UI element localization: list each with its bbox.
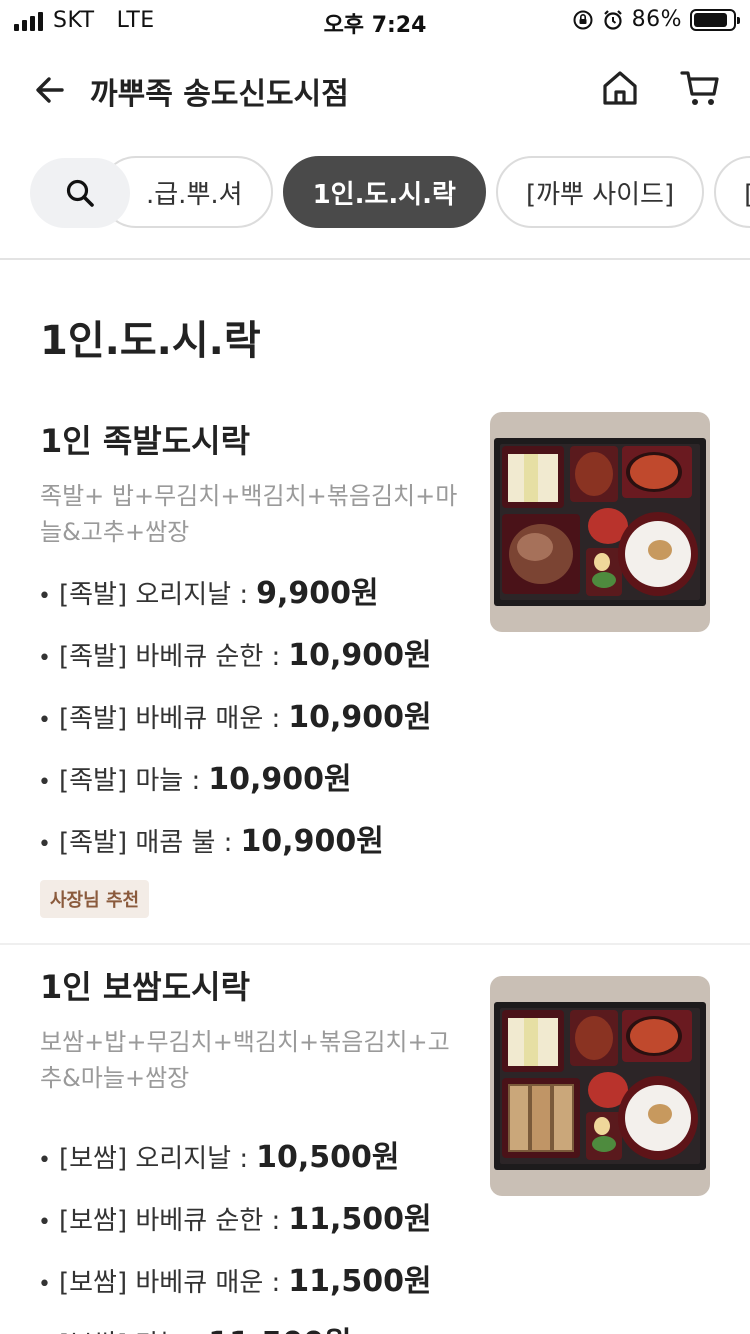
- option-label: [족발] 바베큐 매운 :: [58, 704, 281, 734]
- option-price: 9,900원: [256, 576, 379, 611]
- lunchbox-jokbal-image: [490, 412, 710, 632]
- option-item: • [보쌈] 오리지날 :10,500원: [38, 1132, 432, 1194]
- divider: [0, 258, 750, 260]
- option-list: • [보쌈] 오리지날 :10,500원 • [보쌈] 바베큐 순한 :11,500…: [38, 1132, 432, 1334]
- product-image[interactable]: [490, 976, 710, 1196]
- product-card-bossam[interactable]: 1인 보쌈도시락 보쌈+밥+무김치+백김치+볶음김치+고추&마늘+쌈장 • [보쌈…: [0, 946, 750, 1334]
- option-label: [족발] 마늘 :: [58, 766, 201, 796]
- option-price: 11,500원: [288, 1202, 432, 1237]
- product-image[interactable]: [490, 412, 710, 632]
- recommend-badge: 사장님 추천: [40, 880, 150, 918]
- search-icon: [66, 179, 94, 207]
- home-button[interactable]: [596, 64, 644, 112]
- option-item: • [족발] 마늘 :10,900원: [38, 754, 432, 816]
- option-item: • [족발] 매콤 불 :10,900원: [38, 816, 432, 878]
- cart-button[interactable]: [676, 64, 724, 112]
- option-price: 10,900원: [288, 638, 432, 673]
- tab-category-4[interactable]: [까: [714, 156, 750, 228]
- option-list: • [족발] 오리지날 :9,900원 • [족발] 바베큐 순한 :10,900원…: [38, 568, 432, 878]
- header: 까뿌족 송도신도시점: [0, 50, 750, 130]
- option-item: • [족발] 바베큐 매운 :10,900원: [38, 692, 432, 754]
- option-price: 11,500원: [288, 1264, 432, 1299]
- category-tab-strip: .급.뿌.셔 1인.도.시.락 [까뿌 사이드] [까: [0, 156, 750, 230]
- cart-icon: [680, 71, 719, 105]
- status-right: 86%: [572, 7, 740, 32]
- alarm-icon: [603, 9, 622, 30]
- tab-category-side[interactable]: [까뿌 사이드]: [495, 156, 705, 228]
- page-title: 까뿌족 송도신도시점: [90, 77, 349, 112]
- option-item: • [족발] 바베큐 순한 :10,900원: [38, 630, 432, 692]
- option-label: [보쌈] 오리지날 :: [58, 1144, 249, 1174]
- battery-percent: 86%: [631, 7, 682, 32]
- category-tabs: .급.뿌.셔 1인.도.시.락 [까뿌 사이드] [까: [100, 156, 750, 228]
- option-label: [족발] 바베큐 순한 :: [58, 642, 281, 672]
- option-item: • [보쌈] 바베큐 순한 :11,500원: [38, 1194, 432, 1256]
- lunchbox-bossam-image: [490, 976, 710, 1196]
- option-price: 10,900원: [208, 762, 352, 797]
- option-label: [보쌈] 바베큐 순한 :: [58, 1206, 281, 1236]
- product-description: 족발+ 밥+무김치+백김치+볶음김치+마늘&고추+쌈장: [40, 482, 458, 546]
- option-item: • [보쌈] 바베큐 매운 :11,500원: [38, 1256, 432, 1318]
- home-icon: [603, 71, 637, 105]
- back-arrow-icon: [36, 77, 64, 103]
- orientation-lock-icon: [573, 10, 593, 29]
- option-price: 10,900원: [288, 700, 432, 735]
- product-name: 1인 족발도시락: [40, 422, 251, 460]
- option-item: •[보쌈] 마늘 :11,500원: [38, 1318, 432, 1334]
- status-bar: SKT LTE 오후 7:24 86%: [0, 0, 750, 40]
- tab-category-lunchbox[interactable]: 1인.도.시.락: [282, 156, 486, 228]
- option-price: 10,500원: [256, 1140, 400, 1175]
- product-description: 보쌈+밥+무김치+백김치+볶음김치+고추&마늘+쌈장: [40, 1028, 450, 1092]
- option-item: • [족발] 오리지날 :9,900원: [38, 568, 432, 630]
- option-label: [보쌈] 바베큐 매운 :: [58, 1268, 281, 1298]
- option-label: [족발] 오리지날 :: [58, 580, 249, 610]
- search-button[interactable]: [30, 158, 130, 228]
- option-price: 10,900원: [240, 824, 384, 859]
- option-label: [족발] 매콤 불 :: [58, 828, 233, 858]
- section-title: 1인.도.시.락: [40, 318, 261, 364]
- product-card-jokbal[interactable]: 1인 족발도시락 족발+ 밥+무김치+백김치+볶음김치+마늘&고추+쌈장 • [족…: [0, 400, 750, 944]
- option-price: 11,500원: [208, 1318, 351, 1334]
- battery-icon: [690, 8, 740, 31]
- product-name: 1인 보쌈도시락: [40, 968, 251, 1006]
- battery-fill: [694, 12, 727, 27]
- divider: [0, 943, 750, 945]
- option-label: [보쌈] 마늘 :: [59, 1324, 200, 1334]
- back-button[interactable]: [28, 68, 72, 112]
